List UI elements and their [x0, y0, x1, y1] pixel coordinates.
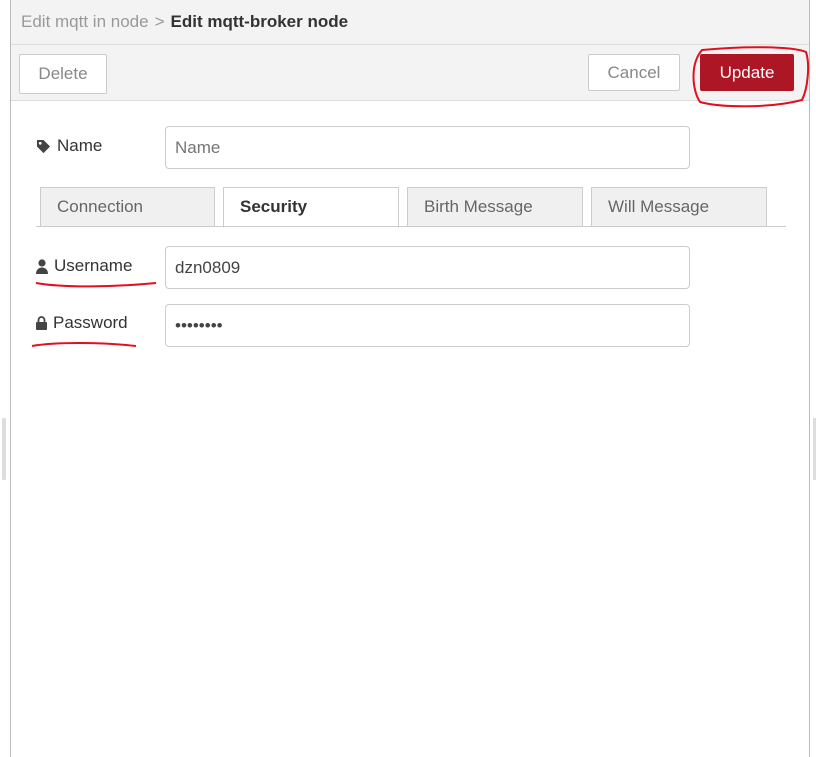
lock-icon: [36, 316, 47, 330]
user-icon: [36, 258, 48, 274]
username-label-text: Username: [54, 256, 133, 275]
name-label: Name: [36, 136, 102, 156]
delete-button[interactable]: Delete: [19, 54, 107, 94]
username-label: Username: [36, 256, 132, 276]
tab-birth-message[interactable]: Birth Message: [407, 187, 583, 227]
password-label: Password: [36, 313, 128, 333]
node-properties-form: Name Connection Security Birth Message W…: [11, 101, 809, 757]
tabs-divider: [36, 226, 786, 227]
username-input[interactable]: dzn0809: [165, 246, 690, 289]
password-label-text: Password: [53, 313, 128, 332]
breadcrumb-previous[interactable]: Edit mqtt in node: [21, 12, 149, 31]
breadcrumb: Edit mqtt in node > Edit mqtt-broker node: [11, 0, 809, 45]
edit-tray: Edit mqtt in node > Edit mqtt-broker node …: [10, 0, 810, 757]
breadcrumb-current: Edit mqtt-broker node: [170, 12, 349, 31]
tag-icon: [36, 139, 51, 153]
breadcrumb-separator: >: [154, 12, 165, 31]
resize-handle-left[interactable]: [2, 418, 6, 480]
tab-connection[interactable]: Connection: [40, 187, 215, 227]
toolbar: Delete Cancel Update: [11, 45, 809, 101]
password-input[interactable]: ••••••••: [165, 304, 690, 347]
name-label-text: Name: [57, 136, 103, 155]
tab-will-message[interactable]: Will Message: [591, 187, 767, 227]
name-input[interactable]: [165, 126, 690, 169]
cancel-button[interactable]: Cancel: [588, 54, 680, 91]
update-button[interactable]: Update: [700, 54, 794, 91]
tab-security[interactable]: Security: [223, 187, 399, 228]
